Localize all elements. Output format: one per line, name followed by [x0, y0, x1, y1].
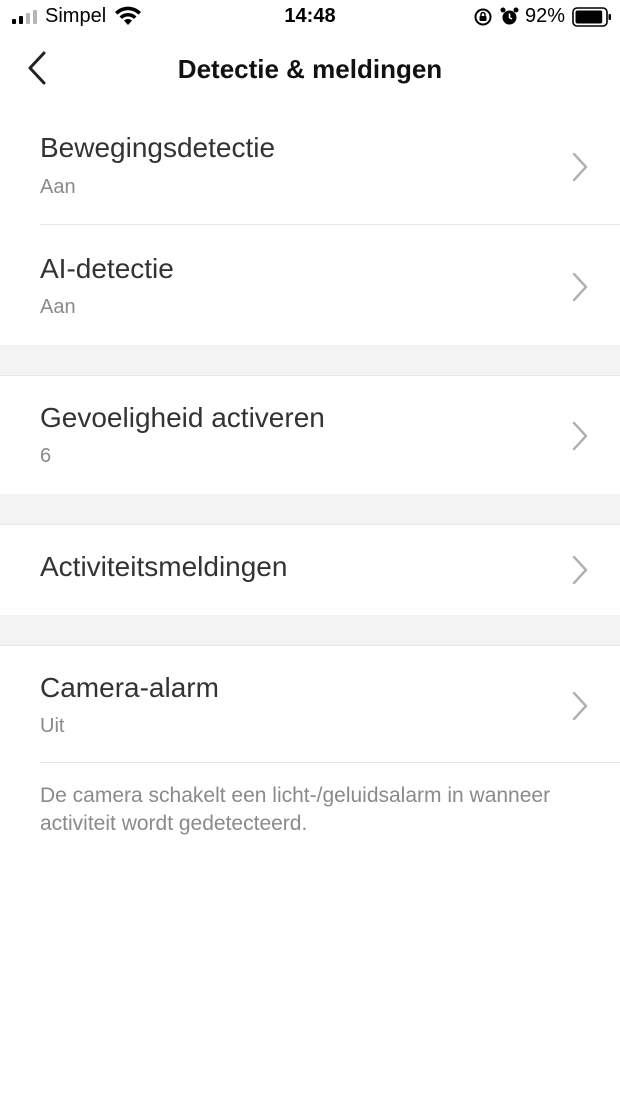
list-item-title: Gevoeligheid activeren	[40, 402, 325, 433]
chevron-right-icon	[572, 272, 588, 302]
list-item-value: Uit	[40, 715, 65, 737]
list-item-motion-detection[interactable]: Bewegingsdetectie Aan	[0, 108, 620, 225]
chevron-right-icon	[572, 555, 588, 585]
list-item-value: 6	[40, 445, 52, 467]
list-item-sensitivity[interactable]: Gevoeligheid activeren 6	[0, 376, 620, 494]
battery-icon	[572, 7, 611, 27]
chevron-right-icon	[572, 691, 588, 721]
section-separator	[0, 345, 620, 375]
list-item-title: Activiteitsmeldingen	[40, 551, 288, 582]
list-item-activity-notifications[interactable]: Activiteitsmeldingen	[0, 525, 620, 615]
rotation-lock-icon	[474, 8, 492, 26]
list-item-title: Bewegingsdetectie	[40, 132, 276, 163]
list-item-camera-alarm[interactable]: Camera-alarm Uit	[0, 646, 620, 763]
camera-alarm-description: De camera schakelt een licht-/geluidsala…	[40, 784, 551, 835]
list-item-title: Camera-alarm	[40, 672, 219, 703]
list-item-title: AI-detectie	[40, 253, 174, 284]
chevron-right-icon	[572, 421, 588, 451]
alarm-clock-icon	[500, 7, 519, 25]
battery-percentage: 92%	[525, 5, 566, 27]
list-item-value: Aan	[40, 296, 76, 318]
status-bar: Simpel 14:48 92%	[0, 0, 620, 34]
list-item-value: Aan	[40, 176, 76, 198]
page-title: Detectie & meldingen	[177, 54, 443, 84]
list-item-ai-detection[interactable]: AI-detectie Aan	[0, 225, 620, 345]
section-separator	[0, 494, 620, 524]
section-separator	[0, 615, 620, 645]
navigation-bar: Detectie & meldingen	[0, 34, 620, 108]
chevron-right-icon	[572, 152, 588, 182]
divider	[40, 762, 620, 763]
